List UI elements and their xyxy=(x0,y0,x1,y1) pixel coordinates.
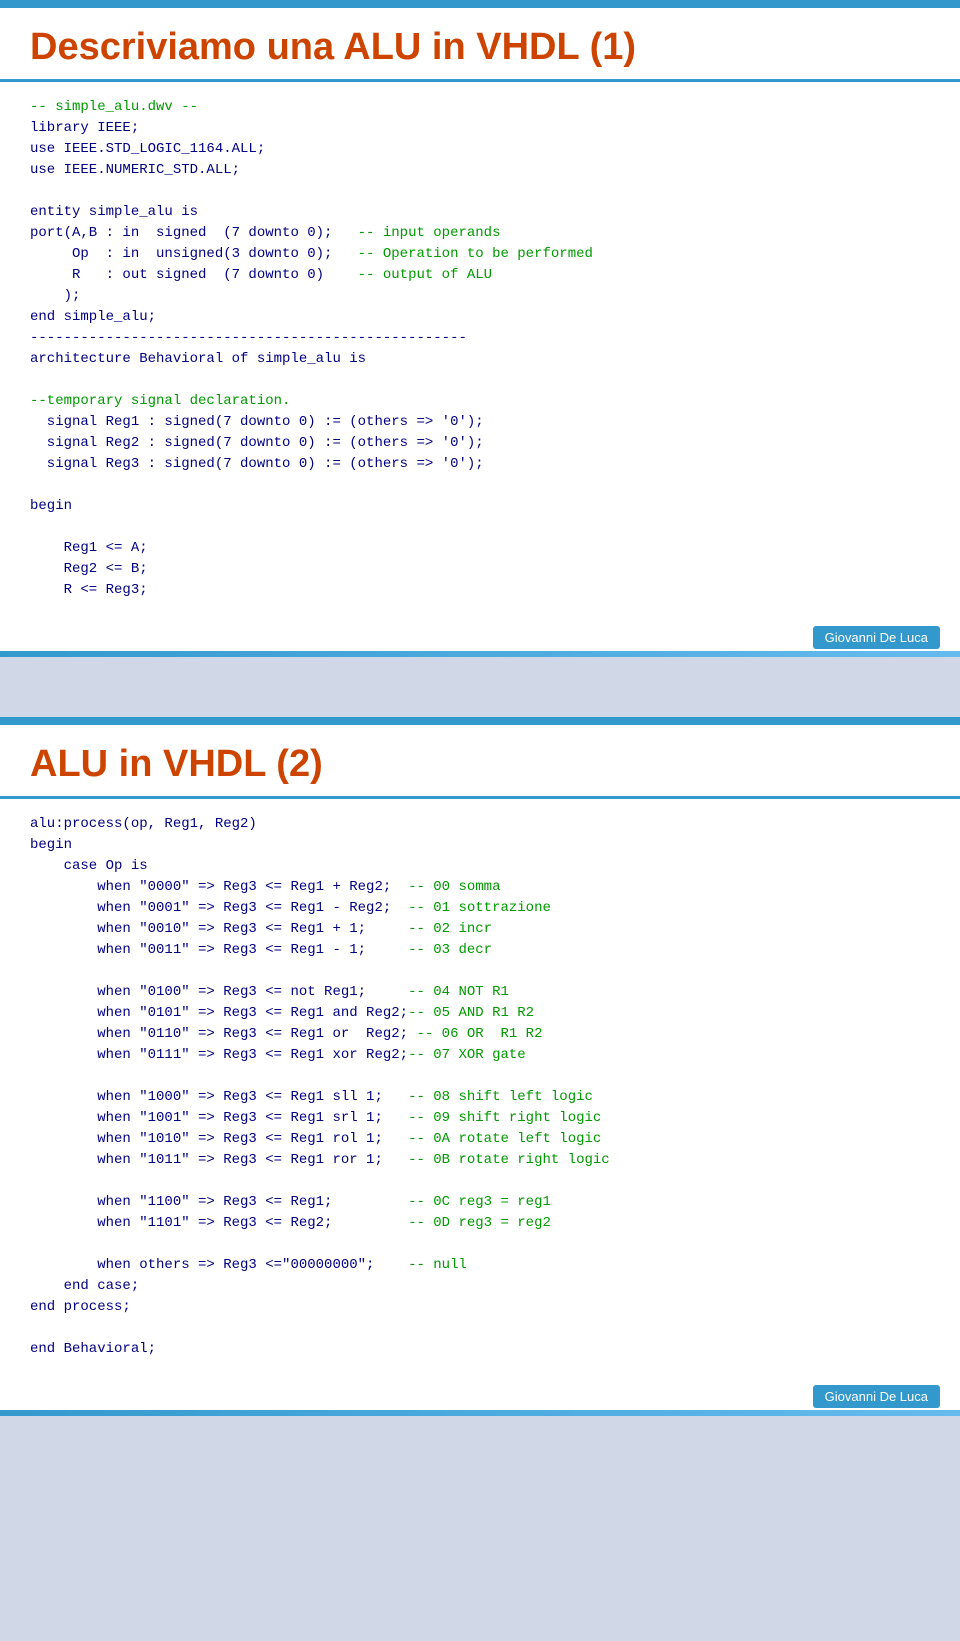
slide-2-header: ALU in VHDL (2) xyxy=(0,725,960,799)
slide-2-code: alu:process(op, Reg1, Reg2) begin case O… xyxy=(30,814,930,1360)
slide-1-title: Descriviamo una ALU in VHDL (1) xyxy=(30,26,636,68)
slide-2-title: ALU in VHDL (2) xyxy=(30,743,323,785)
top-bar-2 xyxy=(0,717,960,725)
bottom-bar-1 xyxy=(0,651,960,657)
slide-1-header: Descriviamo una ALU in VHDL (1) xyxy=(0,8,960,82)
separator xyxy=(0,657,960,717)
slide-2-content: alu:process(op, Reg1, Reg2) begin case O… xyxy=(0,799,960,1410)
bottom-bar-2 xyxy=(0,1410,960,1416)
slide-1-code: -- simple_alu.dwv -- library IEEE; use I… xyxy=(30,97,930,601)
code-comment: -- simple_alu.dwv -- xyxy=(30,99,198,115)
slide-2-footer: Giovanni De Luca xyxy=(813,1385,940,1408)
slide-1: Descriviamo una ALU in VHDL (1) -- simpl… xyxy=(0,0,960,657)
top-bar-1 xyxy=(0,0,960,8)
slide-1-content: -- simple_alu.dwv -- library IEEE; use I… xyxy=(0,82,960,651)
slide-1-footer: Giovanni De Luca xyxy=(813,626,940,649)
slide-2: ALU in VHDL (2) alu:process(op, Reg1, Re… xyxy=(0,717,960,1416)
